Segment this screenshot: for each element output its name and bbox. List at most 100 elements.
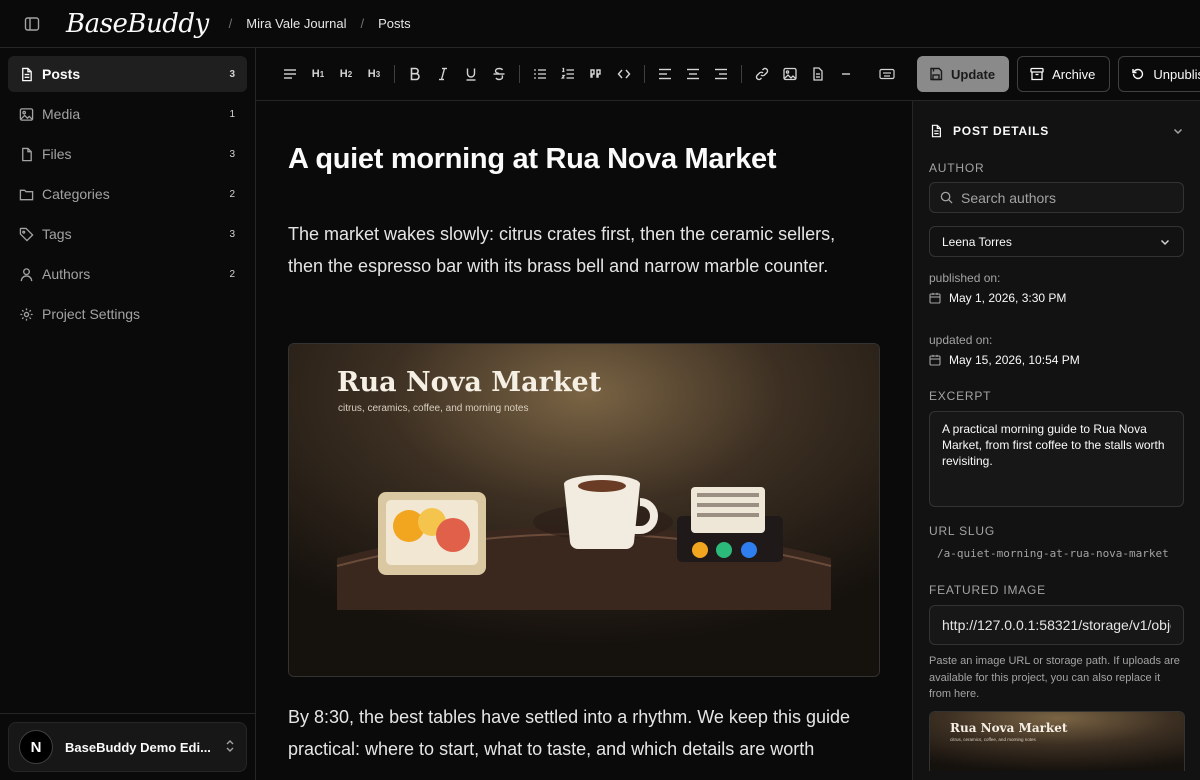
save-icon bbox=[929, 67, 943, 81]
featured-image-help: Paste an image URL or storage path. If u… bbox=[929, 655, 1180, 700]
sidebar-item-label: Project Settings bbox=[42, 306, 141, 322]
keyboard-icon[interactable] bbox=[873, 60, 901, 88]
code-button[interactable] bbox=[610, 60, 638, 88]
search-icon bbox=[940, 191, 953, 204]
toolbar-divider bbox=[644, 65, 645, 83]
sidebar-item-media[interactable]: Media 1 bbox=[8, 96, 247, 132]
archive-icon bbox=[1030, 67, 1044, 81]
sidebar-item-count: 3 bbox=[229, 228, 235, 240]
bold-button[interactable] bbox=[401, 60, 429, 88]
folder-icon bbox=[18, 186, 34, 202]
quote-button[interactable] bbox=[582, 60, 610, 88]
thumbnail-illustration: Rua Nova Market citrus, ceramics, coffee… bbox=[930, 711, 1184, 771]
published-date: May 1, 2026, 3:30 PM bbox=[949, 291, 1067, 305]
toolbar-divider bbox=[741, 65, 742, 83]
sidebar-item-label: Files bbox=[42, 146, 72, 162]
workspace-name: BaseBuddy Demo Edi... bbox=[65, 739, 211, 755]
panel-title: POST DETAILS bbox=[953, 124, 1050, 138]
featured-image-block[interactable]: Rua Nova Market citrus, ceramics, coffee… bbox=[288, 343, 880, 677]
insert-file-icon[interactable] bbox=[804, 60, 832, 88]
slug-label: URL SLUG bbox=[929, 524, 995, 538]
calendar-icon bbox=[929, 354, 941, 366]
numbered-list-button[interactable] bbox=[554, 60, 582, 88]
bullet-list-button[interactable] bbox=[526, 60, 554, 88]
workspace-switcher[interactable]: N BaseBuddy Demo Edi... bbox=[8, 722, 247, 772]
sidebar-item-tags[interactable]: Tags 3 bbox=[8, 216, 247, 252]
sidebar-toggle-icon[interactable] bbox=[22, 14, 42, 34]
author-search-input[interactable] bbox=[961, 189, 1173, 206]
sidebar-item-count: 2 bbox=[229, 188, 235, 200]
featured-image-url-field bbox=[929, 605, 1184, 645]
chevron-down-icon[interactable] bbox=[1172, 125, 1184, 137]
post-details-panel: POST DETAILS AUTHOR Leena Torres publish… bbox=[912, 101, 1200, 780]
align-center-button[interactable] bbox=[679, 60, 707, 88]
slug-value[interactable]: /a-quiet-morning-at-rua-nova-market bbox=[929, 546, 1184, 562]
gear-icon bbox=[18, 306, 34, 322]
sidebar-item-label: Authors bbox=[42, 266, 91, 282]
archive-button-label: Archive bbox=[1052, 66, 1096, 82]
link-icon[interactable] bbox=[748, 60, 776, 88]
underline-button[interactable] bbox=[457, 60, 485, 88]
sidebar-item-authors[interactable]: Authors 2 bbox=[8, 256, 247, 292]
sidebar-item-categories[interactable]: Categories 2 bbox=[8, 176, 247, 212]
unpublish-button[interactable]: Unpublish bbox=[1118, 56, 1200, 92]
insert-image-icon[interactable] bbox=[776, 60, 804, 88]
unpublish-button-label: Unpublish bbox=[1153, 66, 1200, 82]
paragraph[interactable]: The market wakes slowly: citrus crates f… bbox=[288, 218, 868, 282]
editor-toolbar: H1 H2 H3 Update Archive Unpublish bbox=[256, 48, 1200, 101]
sidebar-item-files[interactable]: Files 3 bbox=[8, 136, 247, 172]
thumbnail-subtitle: citrus, ceramics, coffee, and morning no… bbox=[950, 737, 1036, 742]
excerpt-textarea[interactable]: A practical morning guide to Rua Nova Ma… bbox=[929, 411, 1184, 507]
post-title[interactable]: A quiet morning at Rua Nova Market bbox=[288, 143, 880, 176]
sidebar-item-count: 3 bbox=[229, 148, 235, 160]
user-icon bbox=[18, 266, 34, 282]
author-select-value: Leena Torres bbox=[942, 234, 1012, 249]
featured-image-thumbnail[interactable]: Rua Nova Market citrus, ceramics, coffee… bbox=[929, 710, 1185, 771]
sidebar-item-posts[interactable]: Posts 3 bbox=[8, 56, 247, 92]
sidebar-item-label: Posts bbox=[42, 66, 81, 82]
undo-icon bbox=[1131, 67, 1145, 81]
document-icon bbox=[18, 66, 34, 82]
align-left-button[interactable] bbox=[651, 60, 679, 88]
updated-label: updated on: bbox=[929, 333, 993, 347]
image-icon bbox=[18, 106, 34, 122]
updated-date: May 15, 2026, 10:54 PM bbox=[949, 353, 1080, 367]
featured-image-label: FEATURED IMAGE bbox=[929, 583, 1046, 597]
tag-icon bbox=[18, 226, 34, 242]
toolbar-divider bbox=[866, 65, 867, 83]
update-button[interactable]: Update bbox=[917, 56, 1010, 92]
sidebar-item-count: 1 bbox=[229, 108, 235, 120]
italic-button[interactable] bbox=[429, 60, 457, 88]
breadcrumb-separator: / bbox=[228, 16, 233, 31]
heading-1-button[interactable]: H1 bbox=[304, 60, 332, 88]
breadcrumb-separator: / bbox=[360, 16, 365, 31]
horizontal-rule-icon[interactable] bbox=[832, 60, 860, 88]
strikethrough-button[interactable] bbox=[485, 60, 513, 88]
featured-image-url-input[interactable] bbox=[942, 617, 1171, 633]
heading-2-button[interactable]: H2 bbox=[332, 60, 360, 88]
thumbnail-title: Rua Nova Market bbox=[950, 721, 1068, 735]
avatar: N bbox=[19, 730, 53, 764]
archive-button[interactable]: Archive bbox=[1017, 56, 1111, 92]
published-label: published on: bbox=[929, 271, 1001, 285]
paragraph[interactable]: By 8:30, the best tables have settled in… bbox=[288, 701, 878, 765]
document-icon bbox=[929, 124, 943, 138]
breadcrumb-posts[interactable]: Posts bbox=[378, 16, 411, 31]
breadcrumb-project[interactable]: Mira Vale Journal bbox=[246, 16, 346, 31]
panel-header: POST DETAILS bbox=[929, 101, 1184, 161]
sidebar-item-count: 2 bbox=[229, 268, 235, 280]
author-label: AUTHOR bbox=[929, 161, 985, 175]
sidebar-item-project-settings[interactable]: Project Settings bbox=[8, 296, 247, 332]
author-select[interactable]: Leena Torres bbox=[929, 226, 1184, 257]
app-logo[interactable]: BaseBuddy bbox=[66, 9, 209, 39]
sidebar-item-label: Media bbox=[42, 106, 81, 122]
top-bar: BaseBuddy / Mira Vale Journal / Posts bbox=[0, 0, 1200, 48]
author-search bbox=[929, 182, 1184, 213]
editor-canvas[interactable]: A quiet morning at Rua Nova Market The m… bbox=[256, 101, 912, 780]
heading-3-button[interactable]: H3 bbox=[360, 60, 388, 88]
align-right-button[interactable] bbox=[707, 60, 735, 88]
update-button-label: Update bbox=[951, 66, 996, 82]
paragraph-button[interactable] bbox=[276, 60, 304, 88]
excerpt-label: EXCERPT bbox=[929, 389, 992, 403]
hero-subtitle: citrus, ceramics, coffee, and morning no… bbox=[338, 403, 528, 414]
